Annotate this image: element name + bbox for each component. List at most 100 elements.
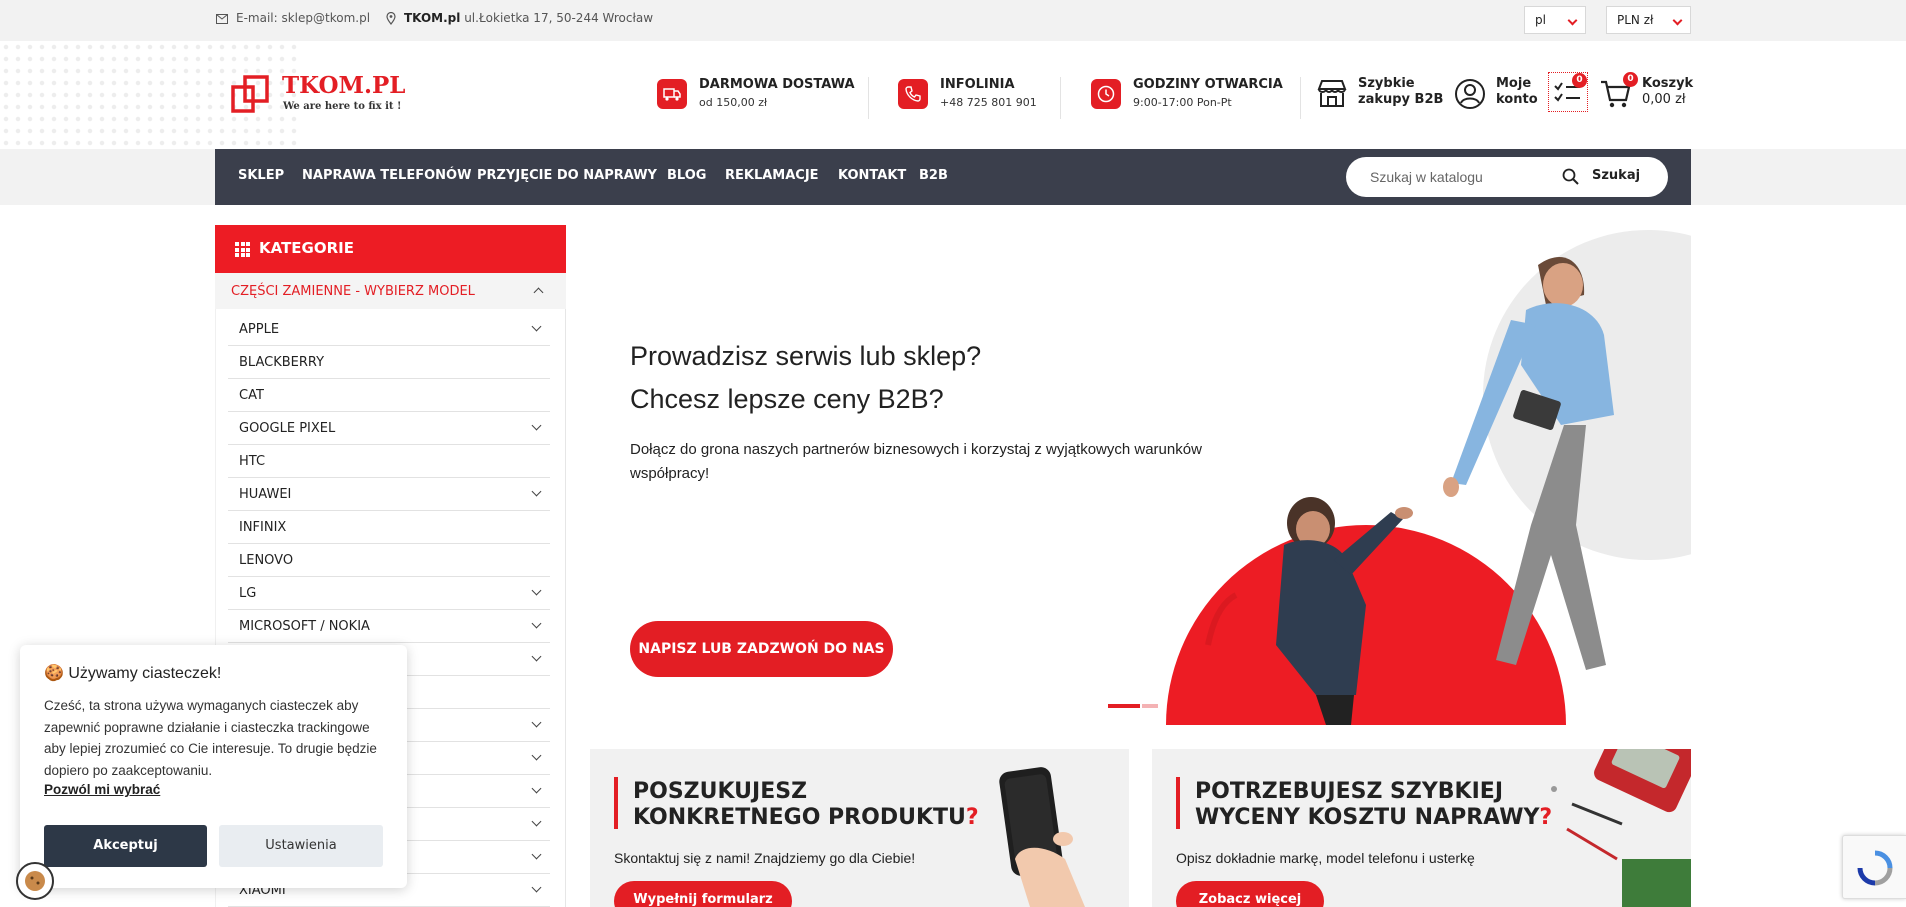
language-select[interactable]: pl	[1524, 6, 1586, 34]
accept-button[interactable]: Akceptuj	[44, 825, 207, 867]
my-account-link[interactable]: Moje konto	[1454, 74, 1544, 114]
category-item[interactable]: HUAWEI	[228, 478, 550, 511]
chevron-up-icon	[533, 287, 544, 298]
search-button[interactable]: Szukaj	[1562, 157, 1654, 197]
divider	[1060, 77, 1061, 119]
cookie-icon: 🍪	[44, 665, 64, 682]
cart-count-badge: 0	[1623, 72, 1638, 87]
category-label: APPLE	[239, 322, 280, 337]
hero-title-line2: Chcesz lepsze ceny B2B?	[630, 384, 944, 414]
info-subtitle: od 150,00 zł	[699, 96, 768, 109]
category-item[interactable]: LG	[228, 577, 550, 610]
chevron-down-icon[interactable]	[531, 750, 542, 761]
search-input[interactable]	[1368, 167, 1568, 187]
cookie-settings-fab[interactable]	[16, 862, 54, 900]
free-delivery-info: DARMOWA DOSTAWA od 150,00 zł	[657, 77, 857, 119]
nav-item-b2b[interactable]: B2B	[919, 168, 948, 183]
clock-icon	[1091, 79, 1121, 109]
category-item[interactable]: MICROSOFT / NOKIA	[228, 610, 550, 643]
card-title: POSZUKUJESZ KONKRETNEGO PRODUKTU?	[633, 779, 979, 831]
b2b-quick-buy-link[interactable]: Szybkie zakupy B2B	[1316, 74, 1444, 114]
category-label: LG	[239, 586, 257, 601]
recaptcha-badge[interactable]	[1842, 835, 1906, 899]
cart-link[interactable]: 0 Koszyk 0,00 zł	[1600, 72, 1694, 114]
cookie-body: Cześć, ta strona używa wymaganych ciaste…	[44, 698, 377, 778]
chevron-down-icon[interactable]	[531, 849, 542, 860]
chevron-down-icon[interactable]	[531, 816, 542, 827]
nav-item-sklep[interactable]: SKLEP	[238, 168, 284, 183]
store-address: TKOM.pl ul.Łokietka 17, 50-244 Wrocław	[404, 11, 653, 25]
chevron-down-icon[interactable]	[531, 486, 542, 497]
fill-form-button[interactable]: Wypełnij formularz	[614, 881, 792, 907]
location-pin-icon	[386, 12, 396, 25]
nav-item-przyjecie-do-naprawy[interactable]: PRZYJĘCIE DO NAPRAWY	[477, 168, 657, 183]
store-name: TKOM.pl	[404, 11, 461, 25]
nav-item-naprawa-telefonow[interactable]: NAPRAWA TELEFONÓW	[302, 168, 471, 183]
categories-title: KATEGORIE	[259, 239, 354, 257]
see-more-button[interactable]: Zobacz więcej	[1176, 881, 1324, 907]
chevron-down-icon[interactable]	[531, 420, 542, 431]
logo[interactable]: TKOM.PL We are here to fix it !	[230, 72, 410, 120]
b2b-label-line2: zakupy B2B	[1358, 92, 1444, 107]
info-subtitle: 9:00-17:00 Pon-Pt	[1133, 96, 1232, 109]
card-title-line2: KONKRETNEGO PRODUKTU	[633, 805, 966, 830]
chevron-down-icon	[1672, 15, 1683, 26]
nav-item-reklamacje[interactable]: REKLAMACJE	[725, 168, 819, 183]
cart-label: Koszyk	[1642, 76, 1694, 91]
logo-mark-icon	[231, 75, 269, 113]
card-title-line1: POSZUKUJESZ	[633, 779, 808, 804]
nav-item-kontakt[interactable]: KONTAKT	[838, 168, 906, 183]
product-request-card: POSZUKUJESZ KONKRETNEGO PRODUKTU? Skonta…	[590, 749, 1129, 907]
cookie-title-text: Używamy ciasteczek!	[68, 665, 222, 682]
settings-button[interactable]: Ustawienia	[219, 825, 383, 867]
cookie-icon	[25, 871, 45, 891]
chevron-down-icon[interactable]	[531, 618, 542, 629]
spare-parts-label: CZĘŚCI ZAMIENNE - WYBIERZ MODEL	[231, 284, 475, 299]
contact-us-button[interactable]: NAPISZ LUB ZADZWOŃ DO NAS	[630, 621, 893, 677]
category-label: GOOGLE PIXEL	[239, 421, 336, 436]
multimeter-image	[1551, 749, 1691, 907]
chevron-down-icon	[1567, 15, 1578, 26]
chevron-down-icon[interactable]	[531, 321, 542, 332]
hotline-info[interactable]: INFOLINIA +48 725 801 901	[898, 77, 1068, 119]
slider-dot[interactable]	[1142, 704, 1158, 708]
category-label: HTC	[239, 454, 266, 469]
chevron-down-icon[interactable]	[531, 882, 542, 893]
category-item[interactable]: APPLE	[228, 313, 550, 346]
question-mark: ?	[1539, 805, 1553, 830]
card-text: Opisz dokładnie markę, model telefonu i …	[1176, 850, 1475, 866]
compare-list-button[interactable]: 0	[1548, 72, 1588, 112]
opening-hours-info: GODZINY OTWARCIA 9:00-17:00 Pon-Pt	[1091, 77, 1283, 119]
category-item[interactable]: BLACKBERRY	[228, 346, 550, 379]
category-item[interactable]: GOOGLE PIXEL	[228, 412, 550, 445]
category-label: CAT	[239, 388, 264, 403]
divider	[1300, 77, 1301, 119]
repair-quote-card: POTRZEBUJESZ SZYBKIEJ WYCENY KOSZTU NAPR…	[1152, 749, 1691, 907]
compare-count-badge: 0	[1572, 73, 1587, 88]
chevron-down-icon[interactable]	[531, 651, 542, 662]
contact-email[interactable]: E-mail: sklep@tkom.pl	[236, 11, 370, 25]
currency-select[interactable]: PLN zł	[1606, 6, 1691, 34]
cookie-consent-dialog: 🍪 Używamy ciasteczek! Cześć, ta strona u…	[20, 645, 407, 888]
accent-bar	[614, 777, 618, 829]
chevron-down-icon[interactable]	[531, 783, 542, 794]
user-icon	[1455, 79, 1485, 109]
info-title: DARMOWA DOSTAWA	[699, 77, 855, 92]
info-title: INFOLINIA	[940, 77, 1015, 92]
slider-dot-active[interactable]	[1108, 704, 1140, 708]
chevron-down-icon[interactable]	[531, 717, 542, 728]
currency-value: PLN zł	[1617, 13, 1654, 27]
nav-item-blog[interactable]: BLOG	[667, 168, 706, 183]
chevron-down-icon[interactable]	[531, 585, 542, 596]
spare-parts-toggle[interactable]: CZĘŚCI ZAMIENNE - WYBIERZ MODEL	[215, 273, 566, 309]
account-label-line2: konto	[1496, 92, 1538, 107]
category-label: BLACKBERRY	[239, 355, 325, 370]
category-label: HUAWEI	[239, 487, 292, 502]
category-item[interactable]: CAT	[228, 379, 550, 412]
mail-icon	[216, 14, 228, 24]
category-item[interactable]: INFINIX	[228, 511, 550, 544]
category-item[interactable]: HTC	[228, 445, 550, 478]
let-me-choose-link[interactable]: Pozwól mi wybrać	[44, 782, 160, 797]
divider	[868, 77, 869, 119]
category-item[interactable]: LENOVO	[228, 544, 550, 577]
